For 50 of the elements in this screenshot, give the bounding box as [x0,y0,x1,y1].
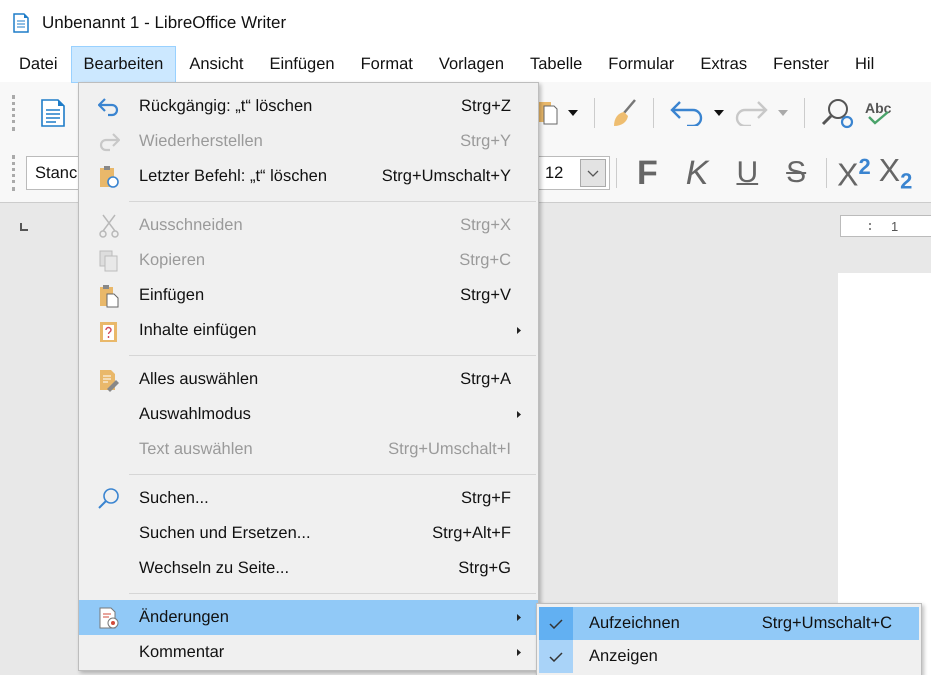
menu-entry[interactable]: Rückgängig: „t“ löschen Strg+Z [79,89,538,124]
menu-entry[interactable]: Einfügen Strg+V [79,278,538,313]
menu-item[interactable]: Vorlagen [426,46,517,82]
search-icon [97,486,121,510]
document-pencil-icon [98,368,120,392]
script-button[interactable]: X$_{2}$ [878,154,912,192]
document-icon [13,13,29,33]
undo-icon [98,96,120,116]
menu-entry[interactable]: Aufzeichnen Strg+Umschalt+C [539,607,919,640]
menu-item[interactable]: Einfügen [256,46,348,82]
undo-icon[interactable] [670,100,704,126]
menu-entry[interactable]: Alles auswählen Strg+A [79,362,538,397]
menu-entry[interactable]: Suchen... Strg+F [79,481,538,516]
new-document-icon[interactable] [40,98,66,128]
menu-item[interactable]: Hil [842,46,888,82]
redo-icon [98,132,120,152]
window-title: Unbenannt 1 - LibreOffice Writer [42,13,286,33]
strike-button[interactable]: S [786,158,806,188]
scissors-icon [98,214,120,238]
menu-item[interactable]: Format [348,46,426,82]
script-button[interactable]: X$^{2}$ [837,156,871,190]
document-record-icon [98,606,120,630]
paste-icon [98,284,120,308]
brush-icon[interactable] [611,98,637,128]
underline-button[interactable]: U [736,158,758,188]
ruler-tick [869,222,871,230]
bold-button[interactable]: F [637,156,658,190]
dropdown-arrow-icon[interactable] [568,110,578,116]
menu-item[interactable]: Tabelle [517,46,596,82]
menu-item[interactable]: Datei [6,46,71,82]
italic-button[interactable]: K [686,156,708,190]
menu-item[interactable]: Fenster [760,46,842,82]
ruler-corner-icon [20,223,28,231]
menu-entry[interactable]: Anzeigen [539,640,919,673]
clipboard-icon [98,164,120,188]
menu-entry[interactable]: Kommentar [79,635,538,670]
menu-entry[interactable]: Wechseln zu Seite... Strg+G [79,551,538,586]
menu-entry[interactable]: Änderungen [79,600,538,635]
menu-entry[interactable]: Auswahlmodus [79,397,538,432]
menu-item[interactable]: Extras [687,46,760,82]
find-replace-icon[interactable] [821,97,855,129]
menu-item[interactable]: Bearbeiten [70,46,176,82]
menu-item[interactable]: Ansicht [176,46,256,82]
dropdown-button-icon[interactable] [580,159,606,187]
ruler-mark: 1 [891,218,898,234]
copy-icon [98,248,120,272]
dropdown-arrow-icon[interactable] [714,110,724,116]
menu-item[interactable]: Formular [595,46,688,82]
menu-entry[interactable]: Inhalte einfügen [79,313,538,348]
menu-entry[interactable]: Suchen und Ersetzen... Strg+Alt+F [79,516,538,551]
